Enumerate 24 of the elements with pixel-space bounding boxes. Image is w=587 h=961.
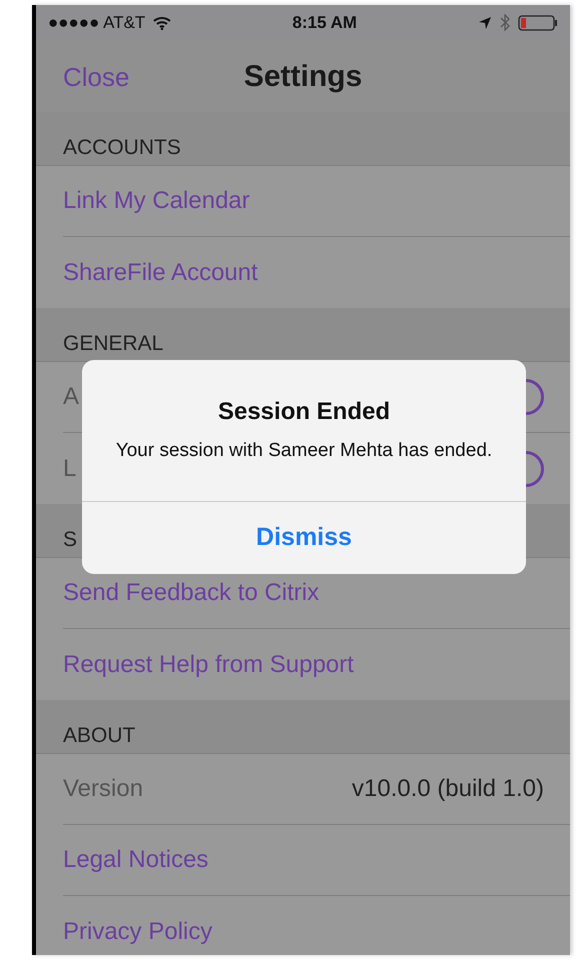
section-header: GENERAL <box>36 308 570 362</box>
settings-link[interactable]: Send Feedback to Citrix <box>63 575 320 611</box>
section-header: ABOUT <box>36 700 570 754</box>
setting-label: L <box>63 454 76 484</box>
alert-title: Session Ended <box>218 397 390 427</box>
screen-title: Settings <box>244 58 362 94</box>
settings-link[interactable]: ShareFile Account <box>63 254 258 290</box>
dismiss-button[interactable]: Dismiss <box>82 500 526 574</box>
settings-link[interactable]: Legal Notices <box>63 842 208 878</box>
setting-value: v10.0.0 (build 1.0) <box>352 774 544 804</box>
bluetooth-icon <box>500 14 510 31</box>
carrier-label: ●●●●● AT&T <box>48 12 146 34</box>
settings-link[interactable]: Link My Calendar <box>63 183 250 219</box>
section-header: ACCOUNTS <box>36 112 570 166</box>
setting-label: Version <box>63 774 144 804</box>
setting-label: A <box>63 382 80 412</box>
wifi-icon <box>153 16 172 30</box>
alert-message: Your session with Sameer Mehta has ended. <box>116 439 492 463</box>
settings-link[interactable]: Request Help from Support <box>63 646 354 682</box>
close-button[interactable]: Close <box>63 58 130 97</box>
settings-link[interactable]: Privacy Policy <box>63 914 212 950</box>
location-arrow-icon <box>478 16 492 30</box>
battery-icon <box>518 14 558 30</box>
time-label: 8:15 AM <box>292 12 357 34</box>
